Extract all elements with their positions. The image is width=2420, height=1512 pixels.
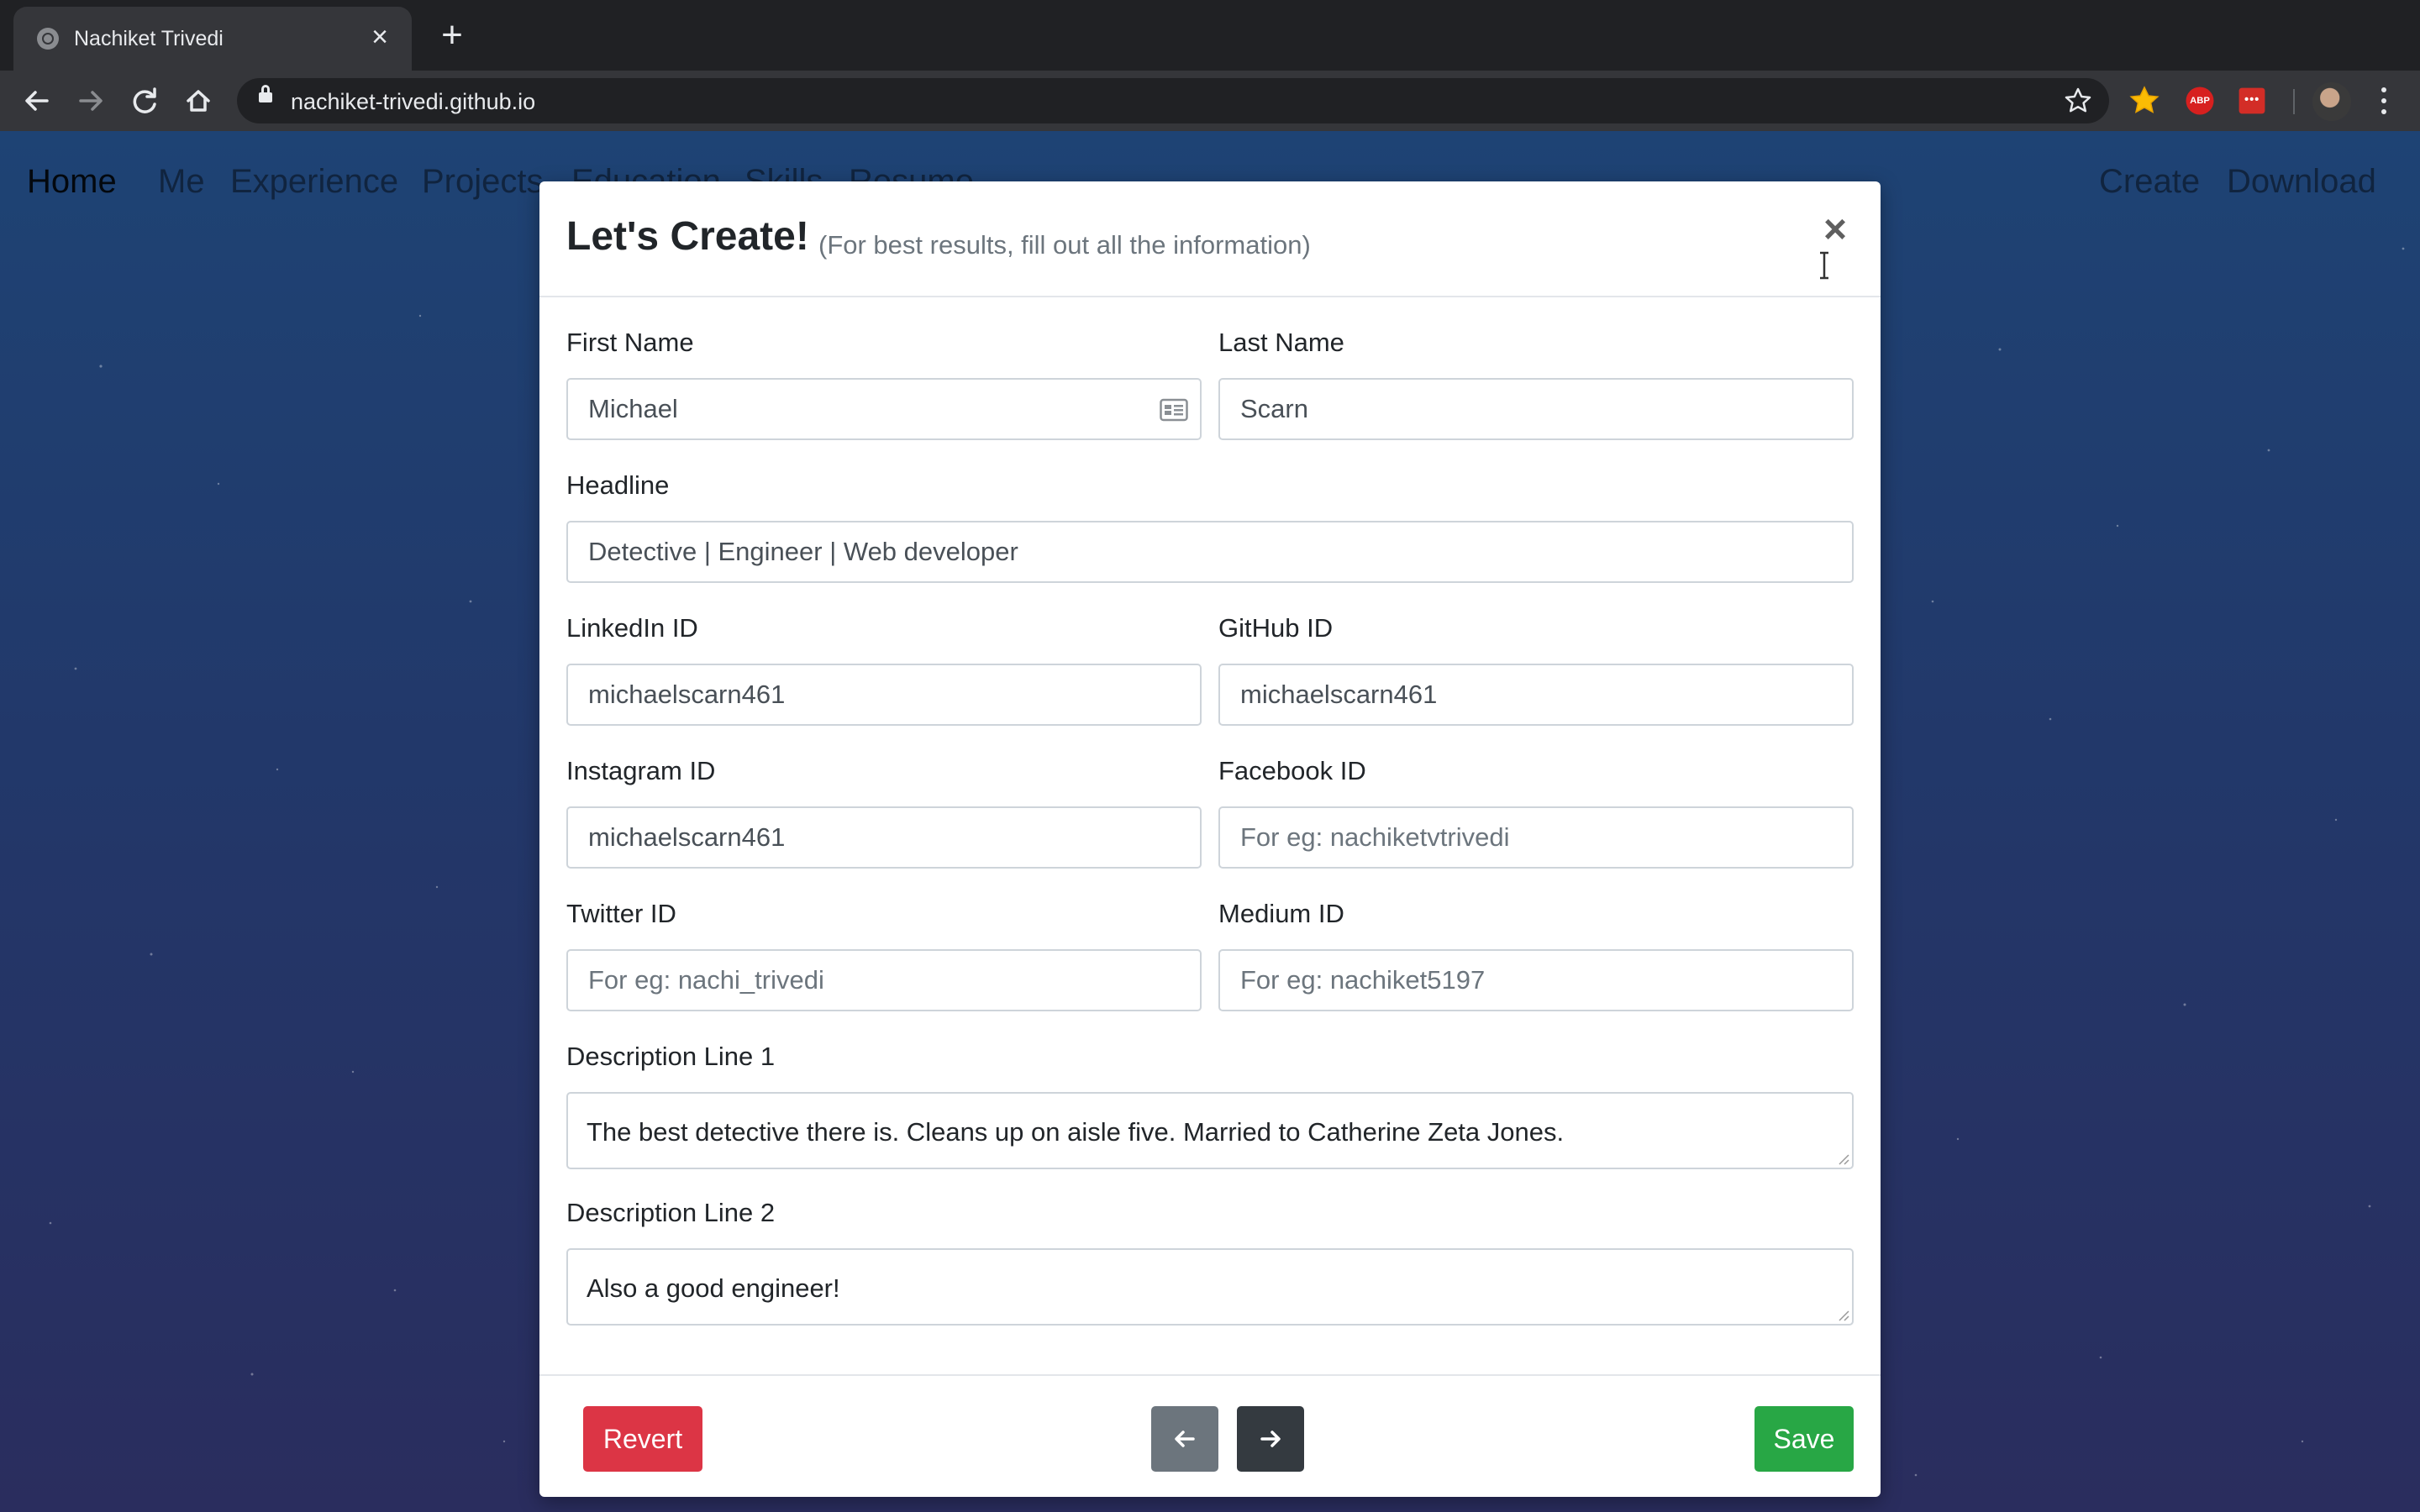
modal-title: Let's Create! — [566, 214, 809, 259]
linkedin-field[interactable] — [566, 664, 1202, 726]
instagram-input[interactable] — [568, 808, 1200, 867]
last-name-field[interactable] — [1218, 378, 1854, 440]
previous-button[interactable] — [1151, 1406, 1218, 1472]
home-icon[interactable] — [178, 81, 218, 121]
facebook-field[interactable] — [1218, 806, 1854, 869]
arrow-right-icon — [1260, 1431, 1281, 1447]
instagram-field[interactable] — [566, 806, 1202, 869]
url-text: nachiket-trivedi.github.io — [291, 89, 536, 114]
twitter-label: Twitter ID — [566, 899, 676, 928]
instagram-label: Instagram ID — [566, 756, 716, 785]
menu-icon[interactable] — [2371, 82, 2396, 119]
browser-tab[interactable]: Nachiket Trivedi × — [13, 7, 412, 71]
medium-label: Medium ID — [1218, 899, 1344, 928]
github-field[interactable] — [1218, 664, 1854, 726]
last-name-input[interactable] — [1220, 380, 1852, 438]
save-button[interactable]: Save — [1754, 1406, 1854, 1472]
resize-grip-icon[interactable] — [1836, 1152, 1849, 1165]
revert-button[interactable]: Revert — [583, 1406, 702, 1472]
twitter-field[interactable] — [566, 949, 1202, 1011]
medium-field[interactable] — [1218, 949, 1854, 1011]
twitter-input[interactable] — [568, 951, 1200, 1010]
description-1-textarea[interactable]: The best detective there is. Cleans up o… — [568, 1094, 1852, 1168]
toolbar-separator — [2293, 89, 2295, 114]
headline-input[interactable] — [568, 522, 1852, 581]
text-cursor-icon — [1820, 251, 1828, 280]
description-2-textarea[interactable]: Also a good engineer! — [568, 1250, 1852, 1324]
medium-input[interactable] — [1220, 951, 1852, 1010]
first-name-label: First Name — [566, 328, 694, 357]
adblock-icon[interactable]: ABP — [2186, 87, 2214, 115]
first-name-input[interactable] — [568, 380, 1200, 438]
modal-header: Let's Create! (For best results, fill ou… — [539, 181, 1881, 297]
github-input[interactable] — [1220, 665, 1852, 724]
headline-field[interactable] — [566, 521, 1854, 583]
facebook-label: Facebook ID — [1218, 756, 1366, 785]
lock-icon — [259, 85, 272, 102]
first-name-field[interactable] — [566, 378, 1202, 440]
nav-create[interactable]: Create — [2099, 163, 2200, 201]
description-1-label: Description Line 1 — [566, 1042, 776, 1071]
lastpass-icon[interactable] — [2238, 87, 2265, 114]
contact-card-icon[interactable] — [1160, 398, 1188, 422]
nav-experience[interactable]: Experience — [230, 163, 398, 201]
github-label: GitHub ID — [1218, 613, 1334, 643]
nav-me[interactable]: Me — [158, 163, 205, 201]
profile-avatar[interactable] — [2312, 82, 2351, 121]
forward-icon[interactable] — [71, 81, 111, 121]
nav-projects[interactable]: Projects — [422, 163, 544, 201]
description-1-field[interactable]: The best detective there is. Cleans up o… — [566, 1092, 1854, 1169]
arrow-left-icon — [1175, 1431, 1195, 1447]
next-button[interactable] — [1237, 1406, 1304, 1472]
address-bar[interactable]: nachiket-trivedi.github.io — [237, 78, 2109, 123]
modal-subtitle: (For best results, fill out all the info… — [818, 230, 1311, 260]
headline-label: Headline — [566, 470, 670, 500]
linkedin-label: LinkedIn ID — [566, 613, 698, 643]
browser-toolbar: nachiket-trivedi.github.io ABP — [0, 71, 2420, 131]
linkedin-input[interactable] — [568, 665, 1200, 724]
resize-grip-icon[interactable] — [1836, 1308, 1849, 1321]
bookmark-star-icon[interactable] — [2062, 85, 2094, 117]
description-2-label: Description Line 2 — [566, 1198, 776, 1227]
browser-tabstrip: Nachiket Trivedi × + — [0, 0, 2420, 71]
page-background: Home Me Experience Projects Education Sk… — [0, 131, 2420, 1512]
close-tab-icon[interactable]: × — [363, 20, 397, 54]
modal-footer: Revert Save — [539, 1374, 1881, 1499]
reload-icon[interactable] — [124, 81, 165, 121]
create-modal: Let's Create! (For best results, fill ou… — [539, 181, 1881, 1497]
nav-home[interactable]: Home — [27, 163, 117, 201]
nav-download[interactable]: Download — [2227, 163, 2376, 201]
new-tab-icon[interactable]: + — [434, 17, 471, 54]
tab-title: Nachiket Trivedi — [74, 27, 224, 50]
globe-icon — [37, 28, 59, 50]
last-name-label: Last Name — [1218, 328, 1344, 357]
favorites-star-icon[interactable] — [2126, 82, 2163, 119]
description-2-field[interactable]: Also a good engineer! — [566, 1248, 1854, 1326]
facebook-input[interactable] — [1220, 808, 1852, 867]
back-icon[interactable] — [17, 81, 57, 121]
close-icon[interactable]: × — [1817, 210, 1854, 250]
